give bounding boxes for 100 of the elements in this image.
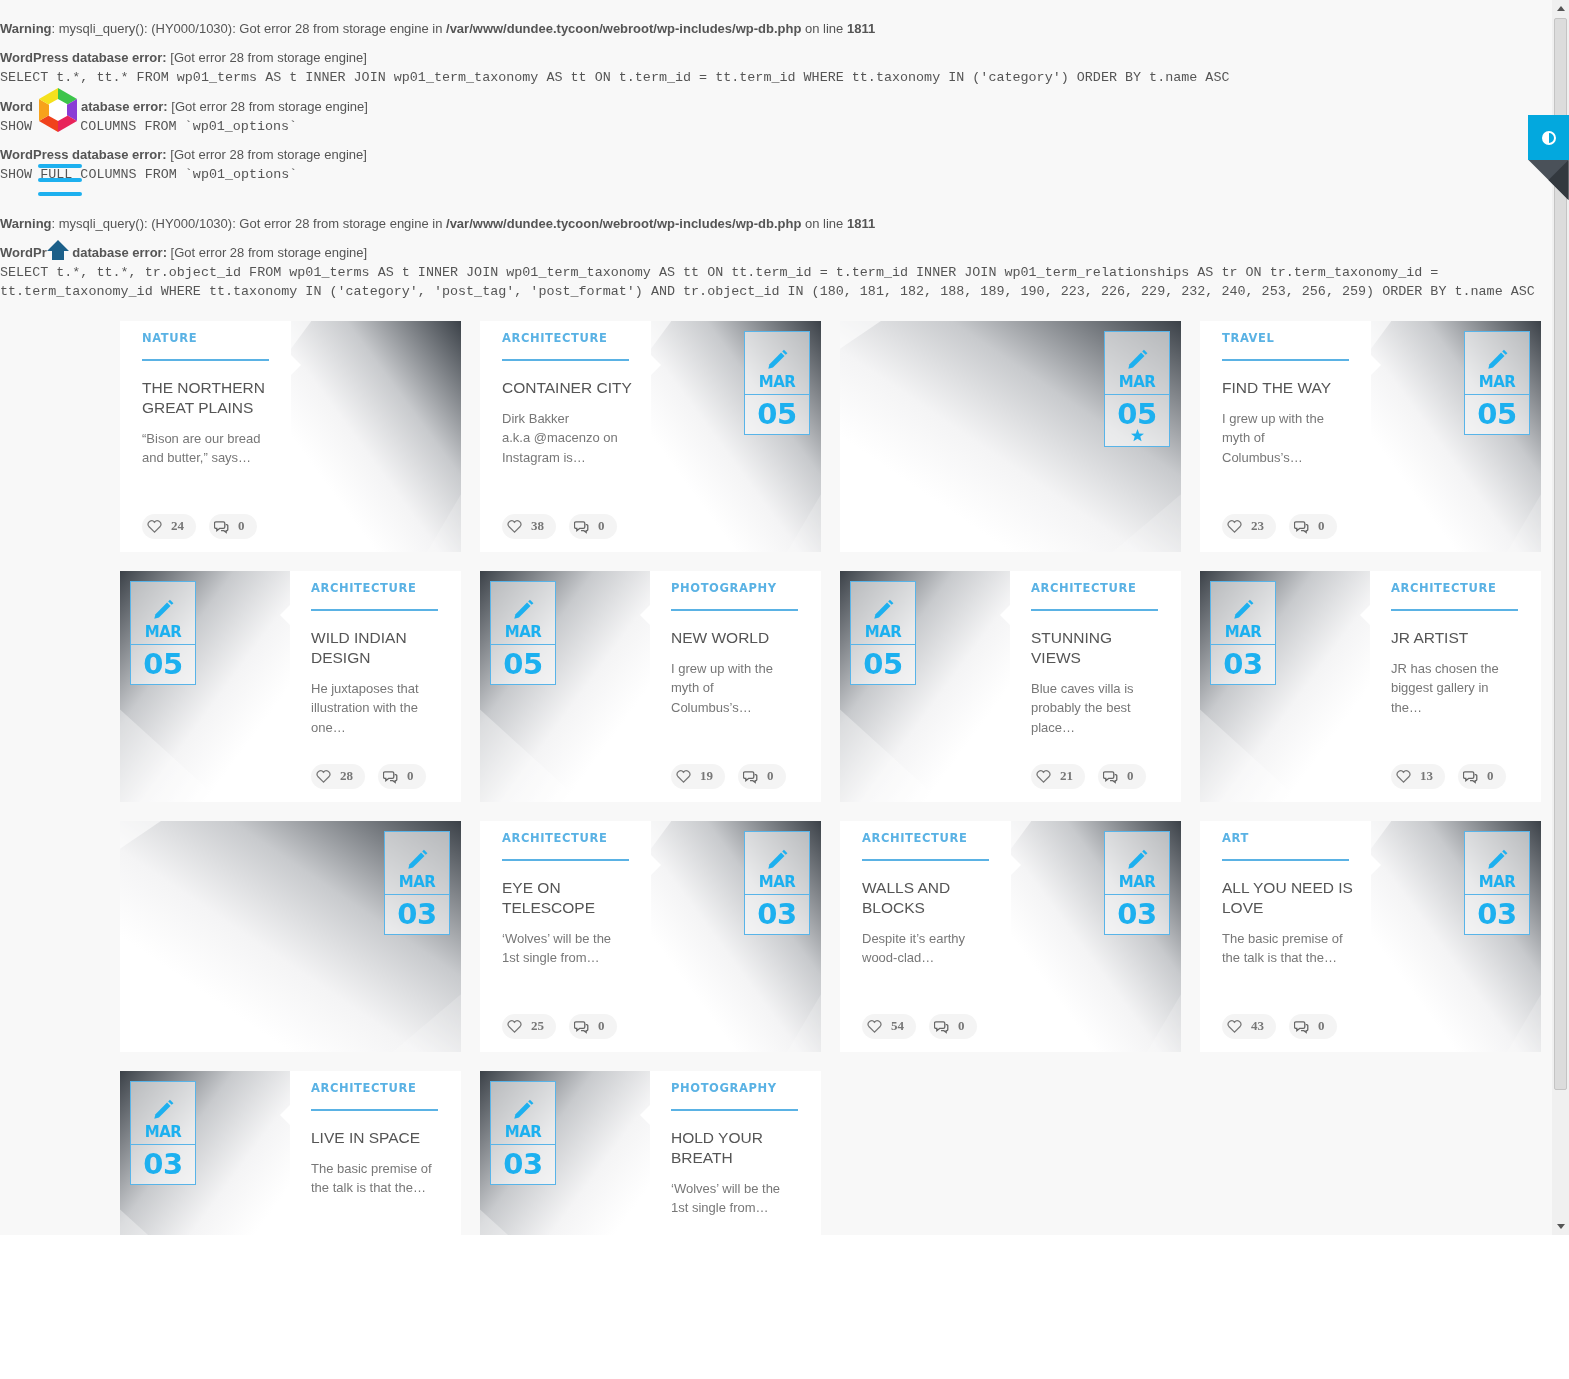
date-day: 05 bbox=[143, 646, 183, 681]
comment-button[interactable]: 0 bbox=[738, 763, 786, 789]
post-title[interactable]: WALLS AND BLOCKS bbox=[862, 877, 951, 918]
date-day: 05 bbox=[863, 646, 903, 681]
like-count: 43 bbox=[1251, 1018, 1264, 1034]
category-link[interactable]: TRAVEL bbox=[1222, 330, 1275, 345]
pencil-icon bbox=[766, 848, 788, 870]
pencil-icon bbox=[512, 598, 534, 620]
post-title[interactable]: HOLD YOUR BREATH bbox=[671, 1127, 763, 1168]
date-month: MAR bbox=[398, 873, 436, 890]
post-title[interactable]: ALL YOU NEED IS LOVE bbox=[1222, 877, 1353, 918]
heart-icon bbox=[507, 1018, 522, 1034]
like-button[interactable]: 38 bbox=[502, 513, 556, 539]
date-month: MAR bbox=[144, 1123, 182, 1140]
error-message: [Got error 28 from storage engine] bbox=[170, 50, 367, 65]
post-excerpt: The basic premise of the talk is that the… bbox=[311, 1159, 433, 1197]
comment-icon bbox=[934, 1018, 949, 1034]
category-link[interactable]: ART bbox=[1222, 830, 1249, 845]
date-month: MAR bbox=[1478, 373, 1516, 390]
post-title[interactable]: LIVE IN SPACE bbox=[311, 1127, 421, 1148]
contrast-toggle[interactable] bbox=[1528, 115, 1569, 160]
scroll-down-icon[interactable] bbox=[1556, 1224, 1565, 1229]
post-title[interactable]: NEW WORLD bbox=[671, 627, 770, 648]
post-title[interactable]: EYE ON TELESCOPE bbox=[502, 877, 596, 918]
category-link[interactable]: PHOTOGRAPHY bbox=[671, 580, 777, 595]
category-link[interactable]: NATURE bbox=[142, 330, 198, 345]
scrollbar-thumb[interactable] bbox=[1554, 18, 1567, 1090]
error-label: WordPr bbox=[0, 244, 47, 260]
sql-query: SELECT t.*, tt.* FROM wp01_terms AS t INNER JOIN wp01_term_taxonomy AS tt ON t.term_id = tt.term_id WHERE tt.taxonomy IN ('category') ORDER BY t.name ASC bbox=[0, 70, 1230, 85]
post-excerpt: JR has chosen the biggest gallery in the… bbox=[1391, 659, 1500, 717]
post-excerpt: ‘Wolves’ will be the 1st single from… bbox=[671, 1179, 782, 1217]
post-excerpt: Blue caves villa is probably the best place… bbox=[1031, 679, 1135, 737]
heart-icon bbox=[1396, 768, 1411, 784]
post-title[interactable]: CONTAINER CITY bbox=[502, 377, 632, 398]
menu-icon[interactable] bbox=[38, 164, 82, 196]
pencil-icon bbox=[152, 598, 174, 620]
like-button[interactable]: 21 bbox=[1031, 763, 1085, 789]
error-label: WordPress database error: bbox=[0, 50, 167, 65]
like-button[interactable]: 28 bbox=[311, 763, 365, 789]
date-month: MAR bbox=[504, 1123, 542, 1140]
category-link[interactable]: ARCHITECTURE bbox=[862, 830, 968, 845]
comment-count: 0 bbox=[1127, 768, 1134, 784]
like-count: 21 bbox=[1060, 768, 1073, 784]
like-button[interactable]: 13 bbox=[1391, 763, 1445, 789]
comment-button[interactable]: 0 bbox=[929, 1013, 977, 1039]
post-title[interactable]: JR ARTIST bbox=[1391, 627, 1469, 648]
like-count: 38 bbox=[531, 518, 544, 534]
category-link[interactable]: ARCHITECTURE bbox=[311, 1080, 417, 1095]
like-button[interactable]: 19 bbox=[671, 763, 725, 789]
post-title[interactable]: FIND THE WAY bbox=[1222, 377, 1332, 398]
post-title[interactable]: STUNNING VIEWS bbox=[1031, 627, 1112, 668]
scrollbar[interactable] bbox=[1552, 0, 1569, 1235]
like-button[interactable]: 25 bbox=[502, 1013, 556, 1039]
post-excerpt: Dirk Bakker a.k.a @macenzo on Instagram is… bbox=[502, 409, 619, 467]
comment-icon bbox=[1103, 768, 1118, 784]
post-excerpt: ‘Wolves’ will be the 1st single from… bbox=[502, 929, 613, 967]
comment-button[interactable]: 0 bbox=[1289, 513, 1337, 539]
date-day: 05 bbox=[503, 646, 543, 681]
comment-button[interactable]: 0 bbox=[209, 513, 257, 539]
category-link[interactable]: ARCHITECTURE bbox=[1391, 580, 1497, 595]
comment-button[interactable]: 0 bbox=[1458, 763, 1506, 789]
like-button[interactable]: 54 bbox=[862, 1013, 916, 1039]
comment-count: 0 bbox=[1318, 1018, 1325, 1034]
sql-query: SHOW bbox=[0, 118, 33, 134]
hexagon-logo-icon[interactable] bbox=[36, 88, 80, 132]
post-title[interactable]: THE NORTHERN GREAT PLAINS bbox=[142, 377, 265, 418]
comment-count: 0 bbox=[407, 768, 414, 784]
category-link[interactable]: ARCHITECTURE bbox=[502, 830, 608, 845]
category-link[interactable]: PHOTOGRAPHY bbox=[671, 1080, 777, 1095]
post-title[interactable]: WILD INDIAN DESIGN bbox=[311, 627, 407, 668]
post-excerpt: I grew up with the myth of Columbus’s… bbox=[671, 659, 774, 717]
date-day: 03 bbox=[397, 896, 437, 931]
like-count: 23 bbox=[1251, 518, 1264, 534]
arrow-up-icon[interactable] bbox=[47, 240, 69, 260]
category-link[interactable]: ARCHITECTURE bbox=[502, 330, 608, 345]
date-month: MAR bbox=[1118, 873, 1156, 890]
comment-button[interactable]: 0 bbox=[1098, 763, 1146, 789]
like-button[interactable]: 24 bbox=[142, 513, 196, 539]
like-button[interactable]: 43 bbox=[1222, 1013, 1276, 1039]
comment-button[interactable]: 0 bbox=[569, 513, 617, 539]
pencil-icon bbox=[512, 1098, 534, 1120]
post-excerpt: “Bison are our bread and butter,” says… bbox=[142, 429, 262, 467]
comment-button[interactable]: 0 bbox=[569, 1013, 617, 1039]
heart-icon bbox=[507, 518, 522, 534]
scroll-up-icon[interactable] bbox=[1556, 6, 1565, 11]
date-month: MAR bbox=[144, 623, 182, 640]
comment-icon bbox=[214, 518, 229, 534]
comment-count: 0 bbox=[1487, 768, 1494, 784]
post-excerpt: Despite it’s earthy wood-clad… bbox=[862, 929, 967, 967]
comment-count: 0 bbox=[767, 768, 774, 784]
comment-icon bbox=[1463, 768, 1478, 784]
comment-button[interactable]: 0 bbox=[378, 763, 426, 789]
like-count: 24 bbox=[171, 518, 184, 534]
date-day: 03 bbox=[1117, 896, 1157, 931]
comment-button[interactable]: 0 bbox=[1289, 1013, 1337, 1039]
pencil-icon bbox=[406, 848, 428, 870]
heart-icon bbox=[147, 518, 162, 534]
category-link[interactable]: ARCHITECTURE bbox=[1031, 580, 1137, 595]
like-button[interactable]: 23 bbox=[1222, 513, 1276, 539]
category-link[interactable]: ARCHITECTURE bbox=[311, 580, 417, 595]
